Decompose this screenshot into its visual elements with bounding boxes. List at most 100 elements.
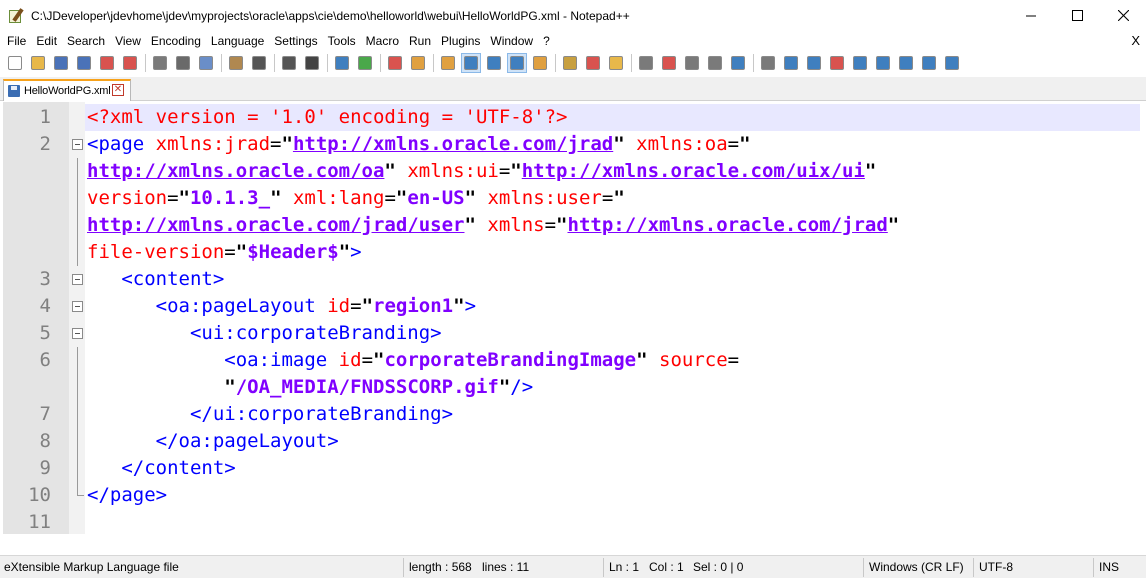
- fold-toggle-icon[interactable]: [72, 301, 83, 312]
- close-all-button[interactable]: [120, 53, 140, 73]
- code-line[interactable]: file-version="$Header$">: [0, 239, 1146, 266]
- run-macro-multiple-button[interactable]: [728, 53, 748, 73]
- close-document-button[interactable]: X: [1131, 33, 1140, 48]
- down-button[interactable]: [896, 53, 916, 73]
- menu-settings[interactable]: Settings: [269, 34, 322, 48]
- menu-search[interactable]: Search: [62, 34, 110, 48]
- toolbar-separator: [145, 54, 146, 72]
- menu-language[interactable]: Language: [206, 34, 269, 48]
- code-text: http://xmlns.oracle.com/oa" xmlns:ui="ht…: [87, 158, 876, 185]
- save-button[interactable]: [51, 53, 71, 73]
- stop-macro-button[interactable]: [682, 53, 702, 73]
- code-line[interactable]: 10 </page>: [0, 482, 1146, 509]
- stop-macro-icon: [685, 56, 699, 70]
- status-eol[interactable]: Windows (CR LF): [869, 560, 964, 574]
- menu-file[interactable]: File: [0, 34, 31, 48]
- zoom-in-button[interactable]: [355, 53, 375, 73]
- indent-guide-button[interactable]: [507, 53, 527, 73]
- code-line[interactable]: 2 <page xmlns:jrad="http://xmlns.oracle.c…: [0, 131, 1146, 158]
- code-lines[interactable]: 1 <?xml version = '1.0' encoding = 'UTF-8…: [0, 104, 1146, 536]
- panel-button[interactable]: [942, 53, 962, 73]
- show-all-chars-icon: [487, 56, 501, 70]
- code-token: ": [224, 376, 236, 398]
- undo-button[interactable]: [249, 53, 269, 73]
- undo-icon: [252, 56, 266, 70]
- menu-run[interactable]: Run: [404, 34, 436, 48]
- copy-button[interactable]: [196, 53, 216, 73]
- code-line[interactable]: http://xmlns.oracle.com/jrad/user" xmlns…: [0, 212, 1146, 239]
- cut-button[interactable]: [173, 53, 193, 73]
- user-language-button[interactable]: [530, 53, 550, 73]
- minimize-button[interactable]: [1008, 0, 1054, 31]
- line-number: 6: [39, 349, 51, 371]
- function-list-button[interactable]: [583, 53, 603, 73]
- open-file-button[interactable]: [28, 53, 48, 73]
- sync-vertical-button[interactable]: [408, 53, 428, 73]
- menu-tools[interactable]: Tools: [323, 34, 361, 48]
- code-line[interactable]: 5 <ui:corporateBranding>: [0, 320, 1146, 347]
- code-line[interactable]: 11: [0, 509, 1146, 536]
- bookmark-button[interactable]: [781, 53, 801, 73]
- code-line[interactable]: 7 </ui:corporateBranding>: [0, 401, 1146, 428]
- code-line[interactable]: 1 <?xml version = '1.0' encoding = 'UTF-8…: [0, 104, 1146, 131]
- up-icon: [876, 56, 890, 70]
- replace-icon: [335, 56, 349, 70]
- tab-helloworldpg[interactable]: HelloWorldPG.xml ✕: [3, 79, 131, 101]
- status-file-type: eXtensible Markup Language file: [4, 560, 179, 574]
- fold-end-marker: [77, 482, 84, 496]
- close-button[interactable]: [1100, 0, 1146, 31]
- status-insert-mode[interactable]: INS: [1099, 560, 1119, 574]
- document-map-button[interactable]: [560, 53, 580, 73]
- code-line[interactable]: version="10.1.3_" xml:lang="en-US" xmlns…: [0, 185, 1146, 212]
- show-all-chars-button[interactable]: [484, 53, 504, 73]
- save-all-button[interactable]: [74, 53, 94, 73]
- code-token: source: [647, 349, 728, 371]
- monitoring-button[interactable]: [636, 53, 656, 73]
- code-line[interactable]: 3 <content>: [0, 266, 1146, 293]
- menu-plugins[interactable]: Plugins: [436, 34, 485, 48]
- bookmark-prev-button[interactable]: [827, 53, 847, 73]
- up-button[interactable]: [873, 53, 893, 73]
- code-line[interactable]: "/OA_MEDIA/FNDSSCORP.gif"/>: [0, 374, 1146, 401]
- collapse-button[interactable]: [850, 53, 870, 73]
- fold-toggle-icon[interactable]: [72, 274, 83, 285]
- word-wrap-button[interactable]: [461, 53, 481, 73]
- fold-toggle-icon[interactable]: [72, 328, 83, 339]
- expand-button[interactable]: [919, 53, 939, 73]
- status-encoding[interactable]: UTF-8: [979, 560, 1013, 574]
- menu-encoding[interactable]: Encoding: [146, 34, 206, 48]
- record-macro-button[interactable]: [659, 53, 679, 73]
- code-token: xmlns:oa: [624, 133, 728, 155]
- play-macro-button[interactable]: [705, 53, 725, 73]
- close-file-button[interactable]: [97, 53, 117, 73]
- paste-button[interactable]: [226, 53, 246, 73]
- find-button[interactable]: [302, 53, 322, 73]
- fold-toggle-icon[interactable]: [72, 139, 83, 150]
- new-file-button[interactable]: [5, 53, 25, 73]
- code-line[interactable]: 4 <oa:pageLayout id="region1">: [0, 293, 1146, 320]
- code-line[interactable]: http://xmlns.oracle.com/oa" xmlns:ui="ht…: [0, 158, 1146, 185]
- code-token: http://xmlns.oracle.com/jrad: [292, 133, 614, 155]
- folder-as-workspace-button[interactable]: [606, 53, 626, 73]
- code-line[interactable]: 9 </content>: [0, 455, 1146, 482]
- code-line[interactable]: 8 </oa:pageLayout>: [0, 428, 1146, 455]
- menu-view[interactable]: View: [110, 34, 146, 48]
- editor[interactable]: 1 <?xml version = '1.0' encoding = 'UTF-8…: [0, 102, 1146, 550]
- menu-macro[interactable]: Macro: [361, 34, 404, 48]
- redo-button[interactable]: [279, 53, 299, 73]
- tab-close-icon[interactable]: ✕: [112, 84, 124, 96]
- code-token: id: [338, 349, 362, 371]
- code-line[interactable]: 6 <oa:image id="corporateBrandingImage" …: [0, 347, 1146, 374]
- bookmark-next-button[interactable]: [804, 53, 824, 73]
- bookmark-prev-icon: [830, 56, 844, 70]
- menu-help[interactable]: ?: [538, 34, 555, 48]
- menu-window[interactable]: Window: [485, 34, 538, 48]
- sync-horizontal-button[interactable]: [438, 53, 458, 73]
- print-button[interactable]: [150, 53, 170, 73]
- menu-edit[interactable]: Edit: [31, 34, 62, 48]
- code-token: >: [350, 241, 362, 263]
- zoom-out-button[interactable]: [385, 53, 405, 73]
- replace-button[interactable]: [332, 53, 352, 73]
- maximize-button[interactable]: [1054, 0, 1100, 31]
- save-macro-button[interactable]: [758, 53, 778, 73]
